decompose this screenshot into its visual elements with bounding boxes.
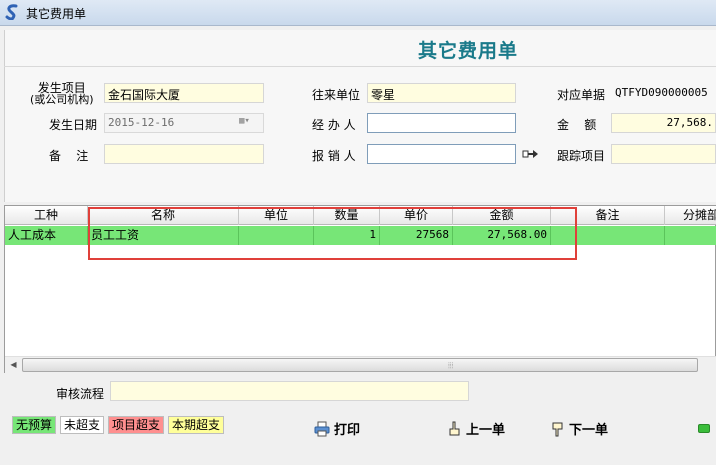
- reimburser-input[interactable]: [367, 144, 516, 164]
- date-value: 2015-12-16: [108, 116, 175, 129]
- handler-input[interactable]: [367, 113, 516, 133]
- cell-amount[interactable]: 27,568.00: [453, 226, 551, 245]
- col-header-note[interactable]: 备注: [551, 206, 665, 225]
- hand-down-icon: [552, 422, 563, 437]
- col-header-dept[interactable]: 分摊部: [665, 206, 716, 225]
- cell-dept[interactable]: [665, 226, 716, 245]
- next-button[interactable]: 下一单: [549, 419, 608, 439]
- cell-type[interactable]: 人工成本: [5, 226, 88, 245]
- approval-label: 审核流程: [56, 387, 105, 401]
- cell-qty[interactable]: 1: [314, 226, 380, 245]
- remark-field[interactable]: [104, 144, 264, 164]
- table-header: 工种 名称 单位 数量 单价 金额 备注 分摊部: [5, 206, 716, 225]
- next-label: 下一单: [569, 423, 609, 438]
- app-logo-icon: [5, 4, 18, 20]
- cell-name[interactable]: 员工工资: [88, 226, 239, 245]
- amount-field: 27,568.: [611, 113, 716, 133]
- cell-price[interactable]: 27568: [380, 226, 453, 245]
- tracking-label: 跟踪项目: [557, 149, 606, 163]
- project-label: 发生项目 (或公司机构): [30, 81, 94, 106]
- printer-icon: [314, 421, 330, 437]
- window-titlebar: 其它费用单: [0, 0, 716, 26]
- project-field[interactable]: 金石国际大厦: [104, 83, 264, 103]
- remark-label: 备 注: [49, 149, 89, 163]
- prev-button[interactable]: 上一单: [446, 419, 505, 439]
- hand-pointer-icon[interactable]: [522, 148, 540, 160]
- hand-up-icon: [449, 421, 460, 436]
- horizontal-scrollbar[interactable]: ◀ ⦙⦙⦙: [5, 356, 716, 373]
- approval-field: [110, 381, 469, 401]
- amount-label: 金 额: [557, 118, 597, 132]
- table-row[interactable]: 人工成本 员工工资 1 27568 27,568.00: [5, 226, 716, 245]
- divider: [4, 66, 716, 67]
- reimburser-label: 报 销 人: [312, 149, 356, 163]
- scroll-left-icon[interactable]: ◀: [5, 357, 22, 373]
- legend-not-over: 未超支: [60, 416, 105, 434]
- tracking-field[interactable]: [611, 144, 716, 164]
- partner-field[interactable]: 零星: [367, 83, 516, 103]
- col-header-qty[interactable]: 数量: [314, 206, 380, 225]
- col-header-price[interactable]: 单价: [380, 206, 453, 225]
- legend-period-over: 本期超支: [168, 416, 225, 434]
- date-label: 发生日期: [49, 118, 98, 132]
- prev-label: 上一单: [466, 423, 506, 438]
- legend-no-budget: 无预算: [12, 416, 57, 434]
- ref-doc-field: QTFYD090000005: [611, 83, 716, 103]
- scrollbar-thumb[interactable]: ⦙⦙⦙: [22, 358, 698, 372]
- scrollbar-grip-icon: ⦙⦙⦙: [448, 361, 454, 370]
- partner-label: 往来单位: [312, 88, 361, 102]
- col-header-name[interactable]: 名称: [88, 206, 239, 225]
- cell-note[interactable]: [551, 226, 665, 245]
- window-title: 其它费用单: [26, 7, 87, 21]
- legend-project-over: 项目超支: [108, 416, 165, 434]
- col-header-type[interactable]: 工种: [5, 206, 88, 225]
- status-indicator-icon: [698, 424, 710, 433]
- ref-doc-label: 对应单据: [557, 88, 606, 102]
- print-button[interactable]: 打印: [314, 419, 360, 439]
- handler-label: 经 办 人: [312, 118, 356, 132]
- expense-table: 工种 名称 单位 数量 单价 金额 备注 分摊部 人工成本 员工工资 1 275…: [4, 205, 716, 373]
- col-header-amount[interactable]: 金额: [453, 206, 551, 225]
- cell-unit[interactable]: [239, 226, 314, 245]
- col-header-unit[interactable]: 单位: [239, 206, 314, 225]
- calendar-dropdown-icon[interactable]: ▦▾: [239, 116, 261, 130]
- date-picker[interactable]: 2015-12-16 ▦▾: [104, 113, 264, 133]
- print-label: 打印: [334, 423, 361, 438]
